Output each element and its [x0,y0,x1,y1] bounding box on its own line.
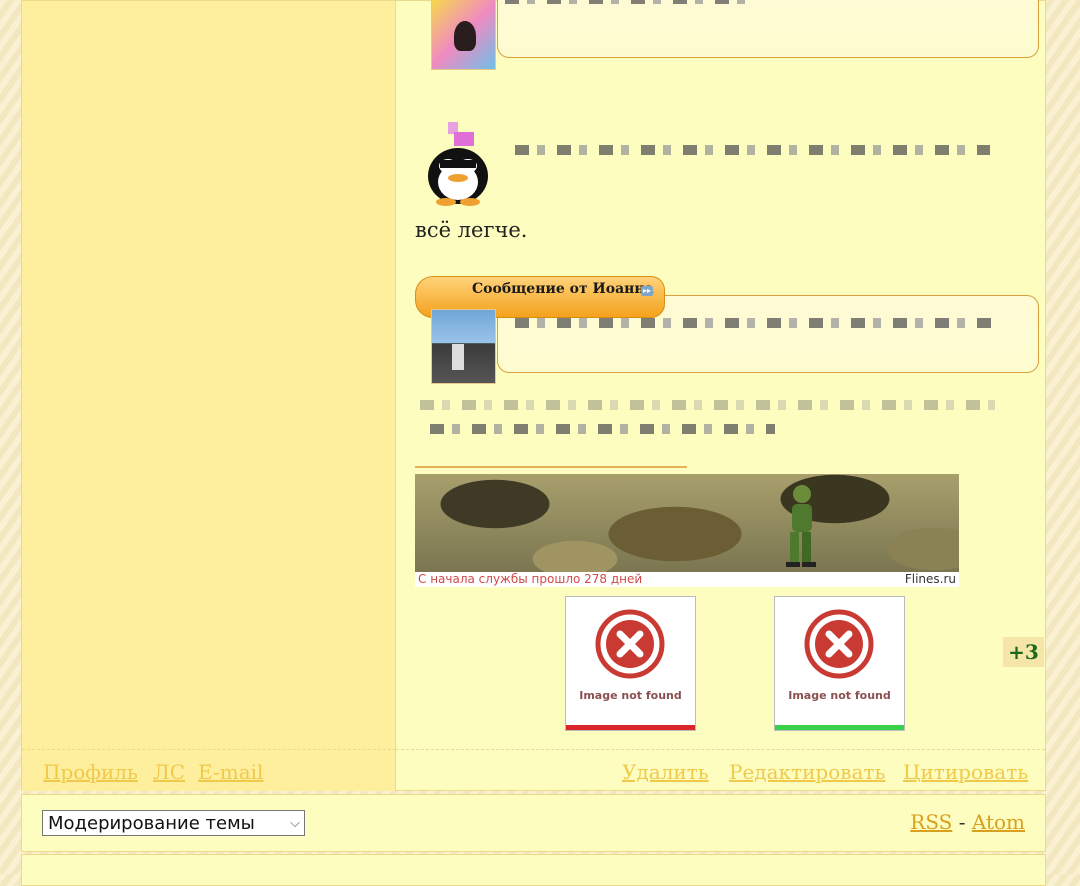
rating-badge[interactable]: +3 [1003,637,1044,667]
error-icon [804,609,874,679]
pm-link[interactable]: ЛС [153,760,185,784]
quote-avatar-2 [431,309,496,384]
author-links: Профиль ЛС E-mail [22,749,396,791]
banner-site: Flines.ru [904,572,956,586]
chevron-down-icon: ⌵ [290,816,300,831]
soldier-icon [786,485,816,567]
image-not-found-text: Image not found [788,689,891,702]
error-icon [595,609,665,679]
post-actions: Удалить Редактировать Цитировать [396,749,1045,791]
moderation-select-value: Модерирование темы [48,813,255,834]
rss-link[interactable]: RSS [910,810,952,834]
go-to-post-icon[interactable]: ▸▸ [641,286,653,296]
image-not-found-1: Image not found [565,596,696,731]
quote-box-1 [497,0,1039,58]
quote-header: Сообщение от Иоанна [472,281,654,297]
profile-link[interactable]: Профиль [43,760,138,784]
author-column [22,1,396,749]
email-link[interactable]: E-mail [198,760,263,784]
next-panel [21,854,1046,886]
quote-link[interactable]: Цитировать [903,760,1028,784]
delete-link[interactable]: Удалить [622,760,709,784]
blurred-text [505,0,750,4]
bar [566,725,695,730]
atom-link[interactable]: Atom [972,810,1025,834]
feed-links: RSS - Atom [910,810,1025,834]
post-text: всё легче. [415,218,528,242]
signature-divider [415,466,687,468]
feed-separator: - [958,810,966,834]
moderation-select[interactable]: Модерирование темы ⌵ [42,810,305,836]
quote-avatar-1 [431,0,496,70]
blurred-text [515,318,995,328]
image-not-found-text: Image not found [579,689,682,702]
blurred-text [515,145,990,155]
moderation-panel: Модерирование темы ⌵ RSS - Atom [21,794,1046,852]
service-counter-banner: С начала службы прошло 278 дней Flines.r… [415,474,959,587]
banner-caption: С начала службы прошло 278 дней [418,572,643,586]
edit-link[interactable]: Редактировать [729,760,885,784]
bar [775,725,904,730]
penguin-smiley-icon [428,122,488,206]
blurred-text [420,400,995,410]
blurred-text [430,424,775,434]
image-not-found-2: Image not found [774,596,905,731]
